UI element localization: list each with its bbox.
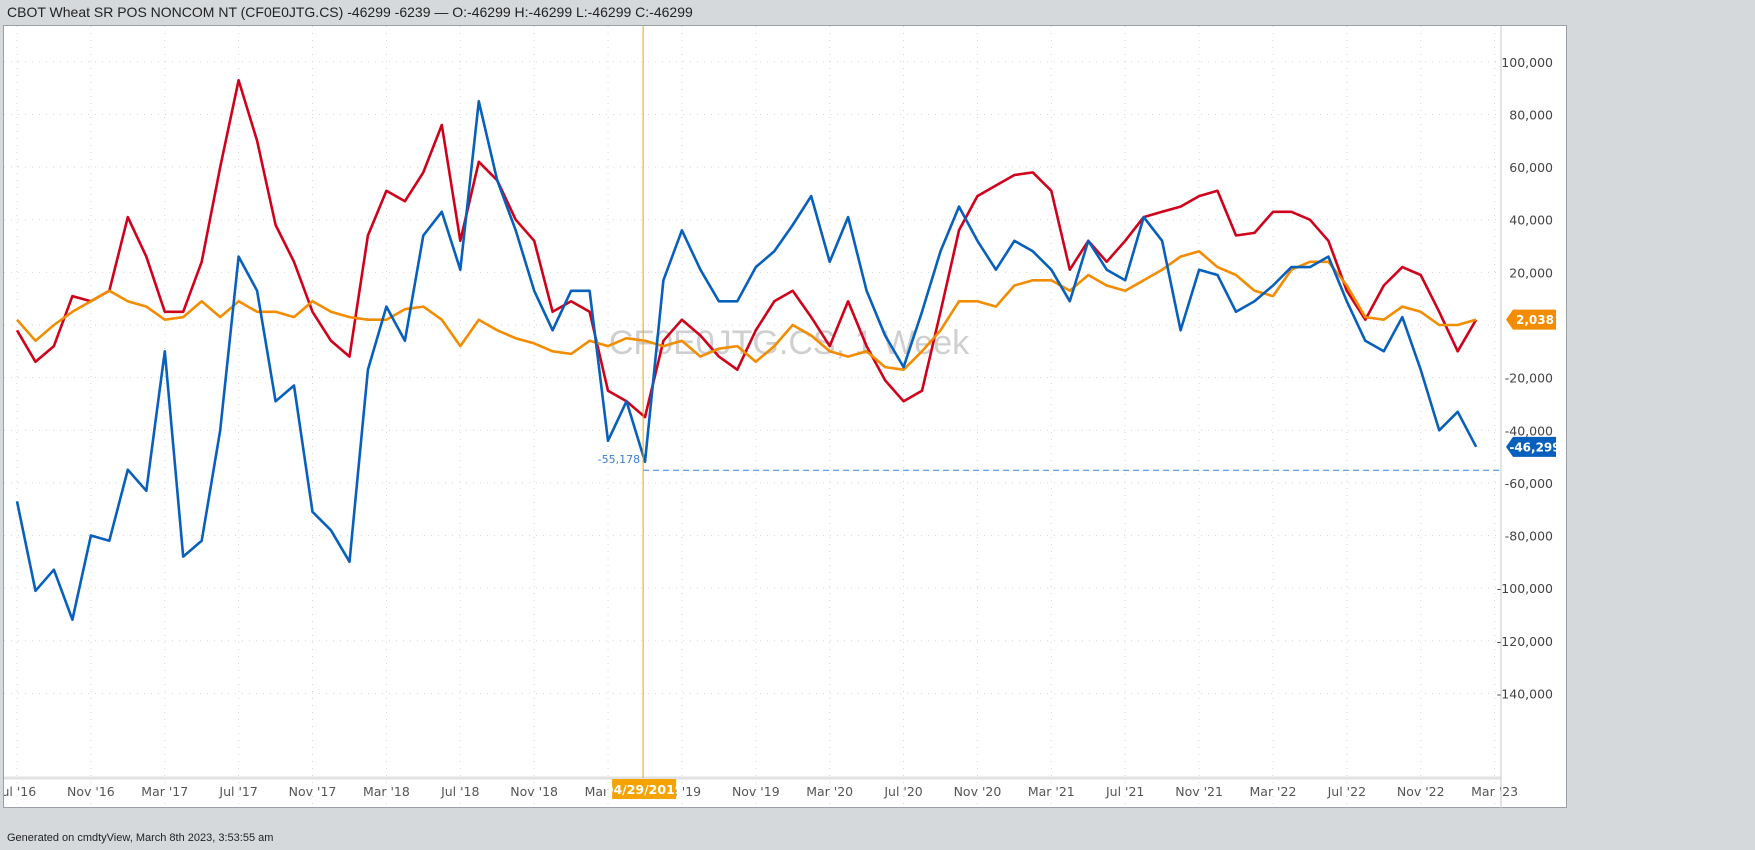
x-tick-label: Jul '17: [218, 784, 257, 799]
x-tick-label: Nov '16: [67, 784, 115, 799]
x-tick-label: Mar '22: [1250, 784, 1297, 799]
x-tick-label: Mar '23: [1471, 784, 1518, 799]
x-tick-label: Nov '20: [954, 784, 1002, 799]
chart-svg[interactable]: 100,000 80,000 60,000 40,000 20,000 -20,000 -4…: [4, 26, 1568, 809]
y-tick-label: 100,000: [1501, 55, 1553, 70]
y-tick-label: 60,000: [1509, 160, 1553, 175]
min-value-label: -55,178: [598, 453, 640, 466]
y-tick-label: -100,000: [1497, 581, 1553, 596]
x-tick-label: Mar '20: [806, 784, 853, 799]
y-tick-label: -80,000: [1505, 529, 1553, 544]
y-tick-label: -40,000: [1505, 423, 1553, 438]
x-tick-label: Nov '17: [289, 784, 337, 799]
last-value-label: 2,038: [1516, 313, 1554, 327]
x-tick-label: Nov '21: [1175, 784, 1223, 799]
series-line-red: [15, 79, 1478, 419]
x-tick-label: Jul '20: [883, 784, 922, 799]
x-tick-label: Jul '21: [1105, 784, 1144, 799]
x-tick-label: Jul '16: [4, 784, 36, 799]
x-tick-label: Mar '21: [1028, 784, 1075, 799]
last-value-label: -46,299: [1509, 440, 1560, 454]
y-tick-label: 20,000: [1509, 265, 1553, 280]
chart-panel[interactable]: 100,000 80,000 60,000 40,000 20,000 -20,000 -4…: [3, 25, 1567, 808]
x-tick-label: Jul '18: [440, 784, 479, 799]
crosshair-date-label: 04/29/2019: [605, 782, 684, 797]
y-tick-label: -140,000: [1497, 686, 1553, 701]
x-tick-label: Mar '17: [141, 784, 188, 799]
x-tick-label: Nov '19: [732, 784, 780, 799]
y-tick-label: -60,000: [1505, 476, 1553, 491]
x-tick-label: Nov '18: [510, 784, 558, 799]
x-tick-label: Mar '18: [363, 784, 410, 799]
y-tick-label: -120,000: [1497, 634, 1553, 649]
y-tick-label: 40,000: [1509, 213, 1553, 228]
x-tick-label: Jul '22: [1327, 784, 1366, 799]
footer-generated-text: Generated on cmdtyView, March 8th 2023, …: [7, 832, 274, 844]
y-tick-label: 80,000: [1509, 107, 1553, 122]
x-tick-label: Nov '22: [1397, 784, 1445, 799]
y-tick-label: -20,000: [1505, 371, 1553, 386]
chart-title: CBOT Wheat SR POS NONCOM NT (CF0E0JTG.CS…: [7, 4, 693, 20]
